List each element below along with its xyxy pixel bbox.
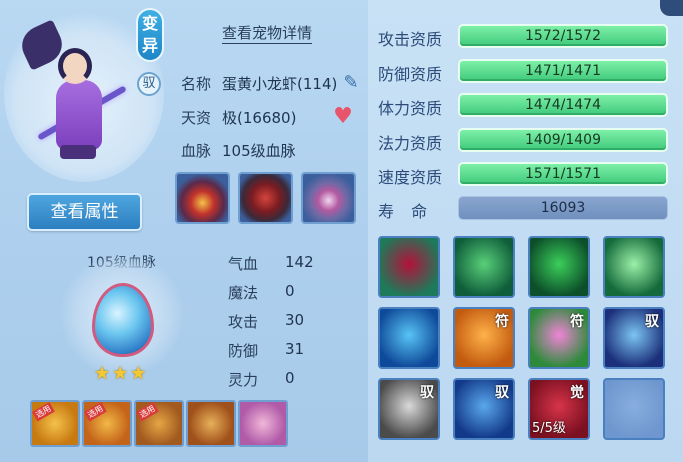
aptitude-label: 法力资质 <box>378 133 443 153</box>
stat-label: 攻击 <box>228 313 259 331</box>
heart-skill[interactable]: 符 <box>528 307 590 369</box>
skill-level: 5/5级 <box>532 421 566 436</box>
equip-slot-collar[interactable] <box>175 172 230 224</box>
small-skill-skill-a[interactable]: 选用 <box>30 400 80 447</box>
rename-pencil-icon[interactable]: ✎ <box>340 72 362 94</box>
crystal-skill[interactable]: 驭 <box>603 307 665 369</box>
pet-legs <box>60 145 96 159</box>
pet-head <box>58 48 92 84</box>
small-skill-skill-e[interactable] <box>238 400 288 447</box>
bloodline-label: 血脉 <box>181 142 212 160</box>
small-skill-skill-d[interactable] <box>186 400 236 447</box>
bloodline-value: 105级血脉 <box>222 142 296 160</box>
shield-skill[interactable]: 驭 <box>453 378 515 440</box>
aptitude-bar: 1572/1572 <box>458 24 668 48</box>
stat-label: 防御 <box>228 342 259 360</box>
aptitude-label: 体力资质 <box>378 99 443 118</box>
leap-skill[interactable] <box>453 236 515 298</box>
small-skill-skill-c[interactable]: 选用 <box>134 400 184 447</box>
aptitude-bar: 1471/1471 <box>458 58 668 83</box>
talent-label: 天资 <box>181 109 212 127</box>
blood-drop-skill[interactable] <box>378 236 440 298</box>
skill-mark: 符 <box>495 314 509 330</box>
skill-mark: 驭 <box>495 385 509 401</box>
stat-value: 0 <box>285 282 295 300</box>
stat-label: 气血 <box>228 255 259 273</box>
stat-value: 30 <box>285 311 305 329</box>
aptitude-bar: 1474/1474 <box>458 93 668 117</box>
aptitude-label: 攻击资质 <box>378 30 443 49</box>
talent-value: 极(16680) <box>222 109 297 127</box>
fire-skill[interactable]: 符 <box>453 307 515 369</box>
aptitude-bar: 1409/1409 <box>458 127 668 152</box>
collar-icon <box>177 174 228 222</box>
aptitude-bar: 1571/1571 <box>458 162 668 186</box>
water-orb-skill[interactable] <box>378 307 440 369</box>
view-attributes-button[interactable]: 查看属性 <box>27 193 142 231</box>
beast-skill[interactable]: 驭 <box>378 378 440 440</box>
aptitude-label: 速度资质 <box>378 168 443 187</box>
selected-tag: 选用 <box>136 402 159 422</box>
stat-value: 0 <box>285 369 295 387</box>
small-skill-skill-b[interactable]: 选用 <box>82 400 132 447</box>
armor-icon <box>240 174 291 222</box>
stat-label: 灵力 <box>228 371 259 389</box>
necklace-icon <box>303 174 354 222</box>
muscle-skill[interactable] <box>528 236 590 298</box>
shatter-skill[interactable] <box>603 236 665 298</box>
selected-tag: 选用 <box>32 402 55 422</box>
skill-mark: 符 <box>570 314 584 330</box>
stat-value: 31 <box>285 340 305 358</box>
life-bar: 16093 <box>458 196 668 220</box>
empty-slot[interactable] <box>603 378 665 440</box>
tame-badge: 驭 <box>137 72 161 96</box>
equip-slot-armor[interactable] <box>238 172 293 224</box>
aptitude-label: 防御资质 <box>378 64 443 84</box>
stat-label: 魔法 <box>228 284 259 302</box>
window-corner <box>660 0 683 16</box>
life-label: 寿 命 <box>378 202 434 221</box>
mutation-badge: 变异 <box>136 8 164 62</box>
favorite-heart-icon[interactable]: ♥ <box>331 106 355 128</box>
equip-slot-necklace[interactable] <box>301 172 356 224</box>
skill-mark: 驭 <box>420 385 434 401</box>
skill-mark: 驭 <box>645 314 659 330</box>
selected-tag: 选用 <box>84 402 107 422</box>
view-pet-details-link[interactable]: 查看宠物详情 <box>222 23 313 44</box>
bloodline-stars: ★★★ <box>94 363 149 384</box>
name-label: 名称 <box>181 75 212 93</box>
pet-body <box>56 80 102 150</box>
awaken-skill[interactable]: 觉 5/5级 <box>528 378 590 440</box>
stat-value: 142 <box>285 253 314 271</box>
skill-mark: 觉 <box>570 385 584 401</box>
name-value: 蛋黄小龙虾(114) <box>222 75 338 93</box>
